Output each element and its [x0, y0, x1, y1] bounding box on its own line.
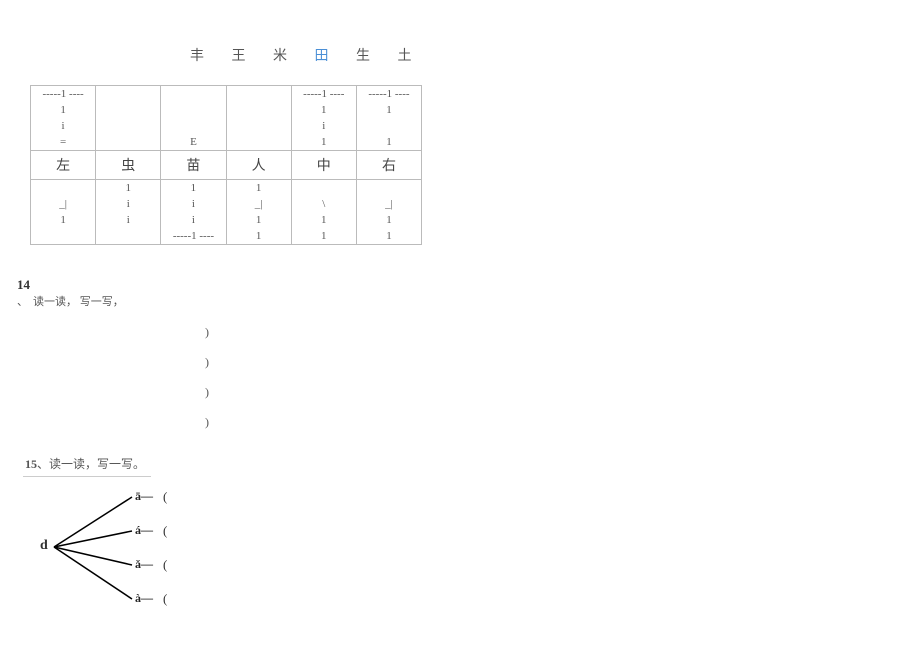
cell — [161, 118, 226, 134]
cell — [96, 86, 161, 102]
q15-number: 15 — [25, 457, 37, 471]
cell: 1 — [292, 102, 357, 118]
cell — [227, 102, 292, 118]
cell: = — [31, 134, 96, 150]
cell — [227, 86, 292, 102]
q15-diagram: d ā— ( á— ( ǎ— ( à— ( — [40, 483, 200, 623]
q14-instruction: 读一读， 写一写， — [33, 293, 124, 309]
cell — [227, 118, 292, 134]
branch-lines — [40, 483, 200, 623]
char-chong: 虫 — [96, 151, 161, 179]
char-tian: 田 — [315, 49, 341, 64]
q15-instruction: 、读一读，写一写。 — [37, 457, 145, 471]
cell: -----1 ---- — [31, 86, 96, 102]
cell: 1 — [357, 212, 421, 228]
cell: 1 — [357, 134, 421, 150]
char-you: 右 — [357, 151, 421, 179]
cell: 1 — [227, 212, 292, 228]
cell: i — [161, 212, 226, 228]
branch-paren-3: ( — [163, 557, 167, 573]
cell — [96, 102, 161, 118]
cell — [31, 228, 96, 244]
branch-a3: ǎ— — [135, 557, 153, 572]
char-zhong: 中 — [292, 151, 357, 179]
cell: i — [96, 196, 161, 212]
cell: E — [161, 134, 226, 150]
char-zuo: 左 — [31, 151, 96, 179]
cell: i — [96, 212, 161, 228]
cell — [292, 180, 357, 196]
cell: -----1 ---- — [292, 86, 357, 102]
branch-paren-2: ( — [163, 523, 167, 539]
top-char-row: 丰 王 米 田 生 土 — [190, 45, 424, 65]
char-sheng: 生 — [356, 49, 382, 64]
cell: i — [161, 196, 226, 212]
cell: i — [292, 118, 357, 134]
cell: 1 — [227, 228, 292, 244]
cell — [31, 180, 96, 196]
cell: _| — [31, 196, 96, 212]
cell: 1 — [31, 102, 96, 118]
char-mi: 米 — [273, 49, 299, 64]
cell: 1 — [31, 212, 96, 228]
cell — [161, 102, 226, 118]
cell — [96, 118, 161, 134]
cell: -----1 ---- — [357, 86, 421, 102]
diagram-root-d: d — [40, 538, 48, 554]
cell: 1 — [357, 102, 421, 118]
cell: _| — [227, 196, 292, 212]
cell: 1 — [292, 212, 357, 228]
branch-paren-1: ( — [163, 489, 167, 505]
cell: 1 — [227, 180, 292, 196]
cell: \ — [292, 196, 357, 212]
cell: 1 — [357, 228, 421, 244]
branch-a2: á— — [135, 523, 153, 538]
char-miao: 苗 — [161, 151, 226, 179]
paren: ) — [205, 407, 209, 437]
branch-a1: ā— — [135, 489, 153, 504]
cell — [357, 118, 421, 134]
cell — [161, 86, 226, 102]
q15-header: 15、读一读，写一写。 — [23, 453, 151, 477]
cell: _| — [357, 196, 421, 212]
cell — [227, 134, 292, 150]
char-ren: 人 — [227, 151, 292, 179]
cell — [96, 228, 161, 244]
char-tu: 土 — [398, 49, 424, 64]
cell — [96, 134, 161, 150]
cell: 1 — [161, 180, 226, 196]
practice-table: -----1 ---- -----1 ---- -----1 ---- 1 1 … — [30, 85, 422, 245]
cell: 1 — [292, 228, 357, 244]
cell: -----1 ---- — [161, 228, 226, 244]
paren: ) — [205, 377, 209, 407]
cell: 1 — [292, 134, 357, 150]
char-wang: 王 — [232, 49, 258, 64]
cell: 1 — [96, 180, 161, 196]
q14-paren-stack: ) ) ) ) — [205, 317, 209, 437]
cell: i — [31, 118, 96, 134]
q14-number: 14 — [17, 277, 30, 293]
cell — [357, 180, 421, 196]
paren: ) — [205, 347, 209, 377]
char-feng: 丰 — [190, 49, 216, 64]
paren: ) — [205, 317, 209, 347]
q14-dun: 、 — [17, 293, 28, 309]
branch-a4: à— — [135, 591, 153, 606]
branch-paren-4: ( — [163, 591, 167, 607]
